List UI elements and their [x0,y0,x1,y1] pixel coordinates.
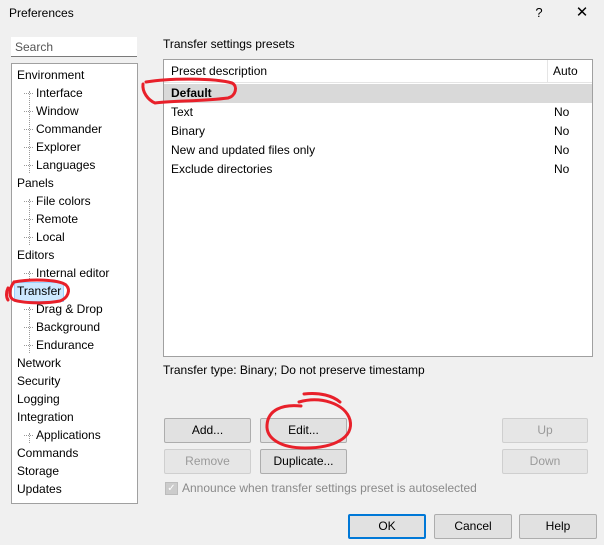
tree-item-updates[interactable]: Updates [17,480,62,498]
preset-description: Binary [171,124,206,138]
preset-auto: No [554,162,570,176]
presets-list[interactable]: Preset description Auto Default Text No … [163,59,593,357]
preset-auto: No [554,143,570,157]
tree-line [29,91,30,173]
tree-line [29,307,30,353]
navigation-tree[interactable]: Environment Interface Window Commander E… [11,63,138,504]
tree-item-explorer[interactable]: Explorer [24,138,81,156]
preset-auto: No [554,124,570,138]
preset-description: Default [171,86,212,100]
tree-item-environment[interactable]: Environment [17,66,84,84]
preset-row-exclude-directories[interactable]: Exclude directories No [164,160,592,179]
column-separator[interactable] [547,60,548,82]
transfer-type-text: Transfer type: Binary; Do not preserve t… [163,363,425,377]
cancel-button[interactable]: Cancel [434,514,512,539]
column-header-auto[interactable]: Auto [553,64,578,78]
tree-item-internal-editor[interactable]: Internal editor [23,264,109,282]
preset-row-default[interactable]: Default [164,84,592,103]
tree-item-commander[interactable]: Commander [23,120,102,138]
tree-item-logging[interactable]: Logging [17,390,60,408]
title-bar: Preferences ? ✕ [0,0,604,28]
preset-auto: No [554,105,570,119]
search-input[interactable] [11,37,137,57]
add-button[interactable]: Add... [164,418,251,443]
preset-row-text[interactable]: Text No [164,103,592,122]
autoselect-label: Announce when transfer settings preset i… [182,481,477,495]
dialog-footer [0,511,604,545]
tree-item-integration[interactable]: Integration [17,408,74,426]
tree-item-commands[interactable]: Commands [17,444,78,462]
tree-item-panels[interactable]: Panels [17,174,54,192]
preset-row-new-updated[interactable]: New and updated files only No [164,141,592,160]
preset-row-binary[interactable]: Binary No [164,122,592,141]
close-icon[interactable]: ✕ [570,3,594,23]
tree-item-endurance[interactable]: Endurance [23,336,94,354]
tree-item-interface[interactable]: Interface [24,84,83,102]
preset-description: New and updated files only [171,143,316,157]
down-button[interactable]: Down [502,449,588,474]
tree-item-security[interactable]: Security [17,372,60,390]
ok-button[interactable]: OK [348,514,426,539]
up-button[interactable]: Up [502,418,588,443]
tree-item-applications[interactable]: Applications [24,426,101,444]
tree-line [29,199,30,245]
autoselect-checkbox[interactable]: ✓ [165,482,178,495]
list-header: Preset description Auto [164,60,592,83]
group-title: Transfer settings presets [163,37,295,51]
tree-item-storage[interactable]: Storage [17,462,59,480]
tree-item-window[interactable]: Window [24,102,79,120]
tree-item-local[interactable]: Local [24,228,65,246]
tree-item-file-colors[interactable]: File colors [24,192,91,210]
column-header-description[interactable]: Preset description [171,64,267,78]
window-title: Preferences [9,6,74,20]
edit-button[interactable]: Edit... [260,418,347,443]
help-button[interactable]: Help [519,514,597,539]
tree-item-remote[interactable]: Remote [23,210,78,228]
preset-description: Text [171,105,194,119]
tree-item-background[interactable]: Background [23,318,100,336]
tree-item-transfer[interactable]: Transfer [14,282,65,302]
preset-description: Exclude directories [171,162,273,176]
tree-item-languages[interactable]: Languages [23,156,95,174]
help-icon[interactable]: ? [528,3,550,23]
tree-item-network[interactable]: Network [17,354,61,372]
duplicate-button[interactable]: Duplicate... [260,449,347,474]
remove-button[interactable]: Remove [164,449,251,474]
tree-item-drag-drop[interactable]: Drag & Drop [24,300,103,318]
tree-item-editors[interactable]: Editors [17,246,54,264]
